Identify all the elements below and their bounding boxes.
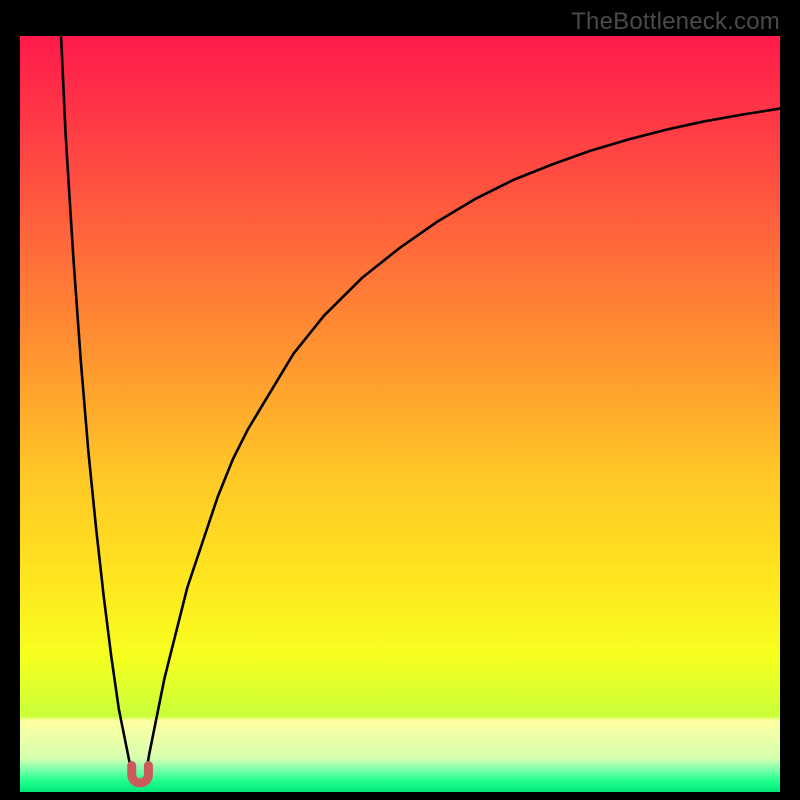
watermark-text: TheBottleneck.com (571, 8, 780, 36)
chart-frame: TheBottleneck.com (0, 0, 800, 800)
gradient-background (20, 36, 780, 792)
chart-svg (20, 36, 780, 792)
plot-area (20, 36, 780, 792)
